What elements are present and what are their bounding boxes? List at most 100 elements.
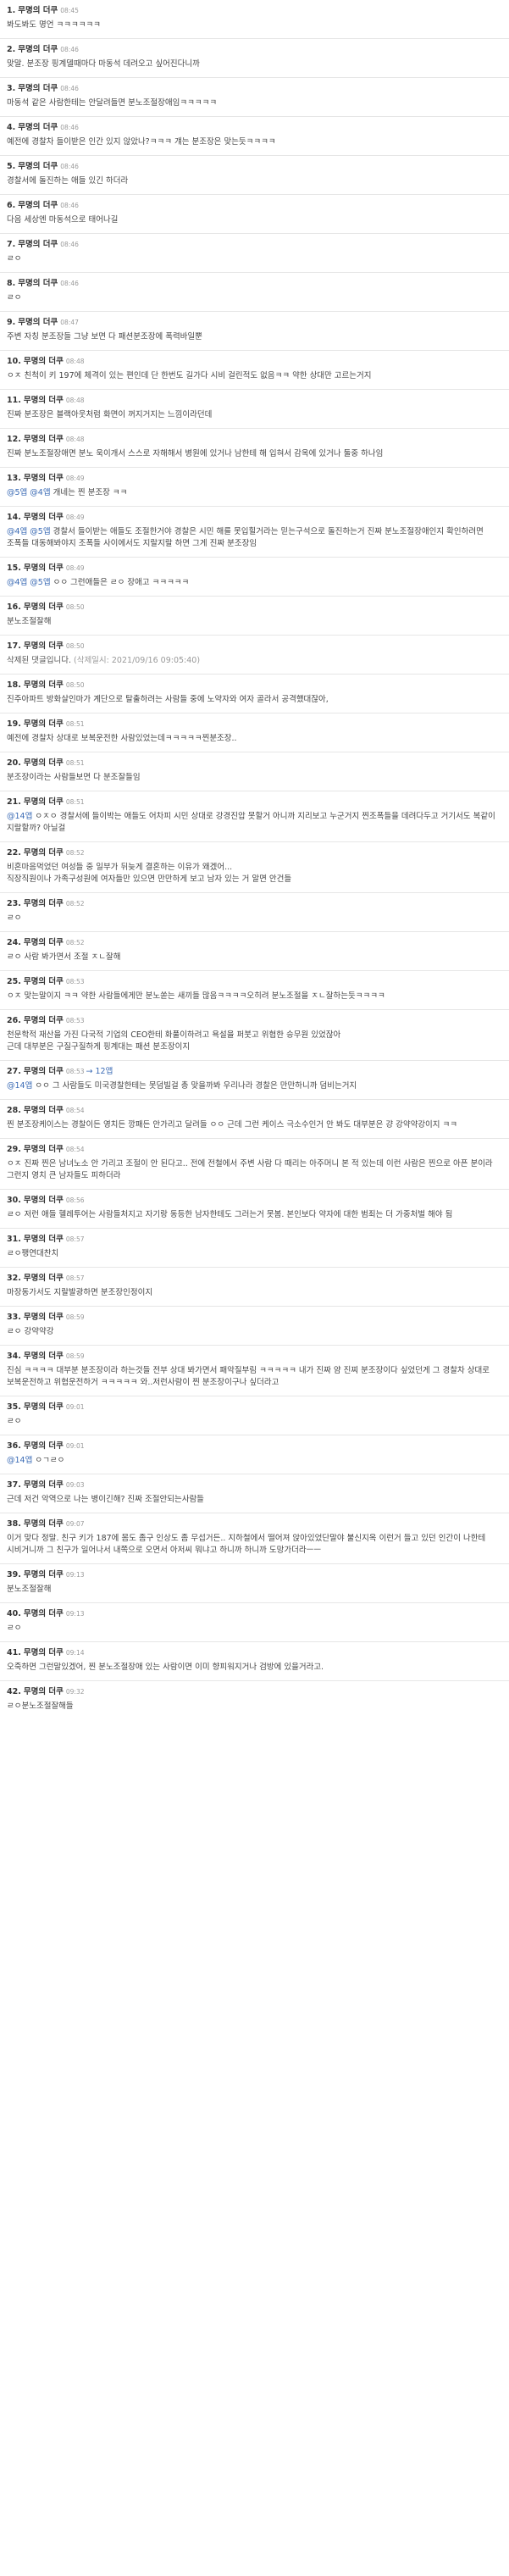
comment-number[interactable]: 1.	[7, 6, 15, 15]
comment-number[interactable]: 17.	[7, 641, 21, 651]
comment-author: 무명의 더쿠	[23, 435, 64, 444]
comment-text: 예전에 경찰차 상대로 보복운전한 사람있었는데ㅋㅋㅋㅋㅋ찐분조장..	[7, 734, 237, 743]
comment-item: 22. 무명의 더쿠 08:52 비혼마음먹었던 여성들 중 일부가 뒤늦게 결혼하…	[0, 841, 509, 892]
comment-number[interactable]: 37.	[7, 1480, 21, 1490]
comment-number[interactable]: 26.	[7, 1016, 21, 1025]
comment-number[interactable]: 42.	[7, 1687, 21, 1696]
comment-mention-link[interactable]: @4앱 @5앱	[7, 527, 51, 536]
comment-number[interactable]: 13.	[7, 474, 21, 483]
comment-mention-link[interactable]: @5앱 @4앱	[7, 488, 51, 497]
comment-number[interactable]: 14.	[7, 513, 21, 522]
comment-number[interactable]: 33.	[7, 1313, 21, 1322]
comment-item: 2. 무명의 더쿠 08:46 맞말. 분조장 핑계델때마다 마동석 데려오고 싶어…	[0, 38, 509, 77]
comment-number[interactable]: 11.	[7, 396, 21, 405]
comment-time: 08:46	[60, 280, 79, 287]
comment-time: 08:51	[65, 798, 85, 806]
comment-number[interactable]: 4.	[7, 123, 15, 132]
comment-mention-link[interactable]: @14앱	[7, 1456, 32, 1465]
comment-number[interactable]: 3.	[7, 84, 15, 93]
comment-body: 오죽하면 그런말있겠어, 찐 분노조절장애 있는 사람이면 이미 향피워지거나 …	[7, 1662, 502, 1674]
comment-header: 32. 무명의 더쿠 08:57	[7, 1273, 502, 1285]
comment-number[interactable]: 16.	[7, 602, 21, 612]
comment-number[interactable]: 30.	[7, 1196, 21, 1205]
comment-number[interactable]: 34.	[7, 1352, 21, 1361]
comment-author: 무명의 더쿠	[23, 719, 64, 729]
comment-number[interactable]: 36.	[7, 1441, 21, 1451]
comment-list: 1. 무명의 더쿠 08:45 봐도봐도 명언 ㅋㅋㅋㅋㅋㅋ 2. 무명의 더쿠 08:…	[0, 0, 509, 1719]
comment-author: 무명의 더쿠	[23, 1519, 64, 1529]
comment-number[interactable]: 23.	[7, 899, 21, 908]
comment-time: 08:49	[65, 475, 85, 482]
comment-number[interactable]: 6.	[7, 201, 15, 210]
comment-body: 마동석 같은 사람한테는 안달려들면 분노조절장애임ㅋㅋㅋㅋㅋ	[7, 97, 502, 109]
comment-body: ㄹㅇ 저런 애들 헬레투어는 사람들처지고 자기랑 동등한 남자한테도 그러는거…	[7, 1209, 502, 1221]
comment-number[interactable]: 38.	[7, 1519, 21, 1529]
comment-body: ㅇㅈ 진짜 찐은 남녀노소 안 가리고 조절이 안 된다고.. 전에 전철에서 …	[7, 1158, 502, 1182]
comment-mention-link[interactable]: @4앱 @5앱	[7, 578, 51, 587]
comment-body: 진심 ㅋㅋㅋㅋ 대부분 분조장이라 하는것들 전부 상대 봐가면서 패악질부림 …	[7, 1365, 502, 1389]
comment-item: 15. 무명의 더쿠 08:49 @4앱 @5앱 ㅇㅇ 그런애들은 ㄹㅇ 장애고 ㅋ…	[0, 557, 509, 596]
comment-body: ㅇㅈ 친척이 키 197에 체격이 있는 편인데 단 한번도 길가다 시비 걸린…	[7, 370, 502, 382]
comment-item: 19. 무명의 더쿠 08:51 예전에 경찰차 상대로 보복운전한 사람있었는데ㅋ…	[0, 713, 509, 752]
comment-number[interactable]: 2.	[7, 45, 15, 54]
comment-header: 26. 무명의 더쿠 08:53	[7, 1015, 502, 1027]
comment-number[interactable]: 27.	[7, 1067, 21, 1076]
comment-author: 무명의 더쿠	[18, 162, 58, 171]
comment-number[interactable]: 25.	[7, 977, 21, 986]
comment-number[interactable]: 18.	[7, 680, 21, 690]
comment-author: 무명의 더쿠	[23, 1067, 64, 1076]
comment-number[interactable]: 21.	[7, 797, 21, 807]
comment-text: 진짜 분노조절장애면 분노 욱이개서 스스로 자해해서 병원에 있거나 남한테 …	[7, 449, 384, 458]
comment-header: 1. 무명의 더쿠 08:45	[7, 5, 502, 17]
comment-number[interactable]: 35.	[7, 1402, 21, 1412]
comment-header: 18. 무명의 더쿠 08:50	[7, 680, 502, 691]
comment-item: 41. 무명의 더쿠 09:14 오죽하면 그런말있겠어, 찐 분노조절장애 있는 …	[0, 1641, 509, 1680]
comment-item: 8. 무명의 더쿠 08:46 ㄹㅇ	[0, 272, 509, 311]
comment-author: 무명의 더쿠	[23, 1235, 64, 1244]
comment-number[interactable]: 29.	[7, 1145, 21, 1154]
comment-number[interactable]: 9.	[7, 318, 15, 327]
comment-number[interactable]: 22.	[7, 848, 21, 858]
comment-number[interactable]: 31.	[7, 1235, 21, 1244]
comment-number[interactable]: 20.	[7, 758, 21, 768]
comment-time: 08:52	[65, 939, 85, 947]
comment-text: ㄹㅇ	[7, 254, 22, 264]
comment-number[interactable]: 40.	[7, 1609, 21, 1618]
comment-item: 11. 무명의 더쿠 08:48 진짜 분조장은 블랙아웃처럼 화면이 꺼지거지는 …	[0, 389, 509, 428]
comment-number[interactable]: 12.	[7, 435, 21, 444]
comment-body: ㄹㅇ팽연대찬치	[7, 1248, 502, 1260]
comment-header: 2. 무명의 더쿠 08:46	[7, 44, 502, 56]
comment-text: ㄹㅇ 저런 애들 헬레투어는 사람들처지고 자기랑 동등한 남자한테도 그러는거…	[7, 1210, 453, 1219]
comment-header: 21. 무명의 더쿠 08:51	[7, 797, 502, 808]
comment-text: ㄹㅇ	[7, 293, 22, 303]
comment-number[interactable]: 7.	[7, 240, 15, 249]
comment-item: 35. 무명의 더쿠 09:01 ㄹㅇ	[0, 1396, 509, 1435]
comment-time: 09:32	[65, 1688, 85, 1696]
comment-text: 비혼마음먹었던 여성들 중 일부가 뒤늦게 결혼하는 이유가 왜겠어... 직장…	[7, 863, 292, 884]
comment-author: 무명의 더쿠	[23, 513, 64, 522]
comment-item: 37. 무명의 더쿠 09:03 근데 저건 악역으로 나는 병이긴해? 진짜 조절…	[0, 1474, 509, 1513]
comment-number[interactable]: 19.	[7, 719, 21, 729]
comment-number[interactable]: 39.	[7, 1570, 21, 1579]
comment-body: @5앱 @4앱 개네는 찐 분조장 ㅋㅋ	[7, 487, 502, 499]
comment-header: 31. 무명의 더쿠 08:57	[7, 1234, 502, 1246]
comment-header: 33. 무명의 더쿠 08:59	[7, 1312, 502, 1324]
comment-text: ㅇㅈ 친척이 키 197에 체격이 있는 편인데 단 한번도 길가다 시비 걸린…	[7, 371, 372, 380]
comment-author: 무명의 더쿠	[23, 1106, 64, 1115]
comment-mention-link[interactable]: @14앱	[7, 1081, 32, 1091]
comment-number[interactable]: 41.	[7, 1648, 21, 1657]
comment-number[interactable]: 28.	[7, 1106, 21, 1115]
comment-number[interactable]: 10.	[7, 357, 21, 366]
comment-number[interactable]: 24.	[7, 938, 21, 947]
comment-number[interactable]: 5.	[7, 162, 15, 171]
comment-number[interactable]: 15.	[7, 564, 21, 573]
comment-header: 4. 무명의 더쿠 08:46	[7, 122, 502, 134]
comment-number[interactable]: 8.	[7, 279, 15, 288]
comment-body: 진짜 분조장은 블랙아웃처럼 화면이 꺼지거지는 느낌이라던데	[7, 409, 502, 421]
comment-body: ㅇㅈ 맞는말이지 ㅋㅋ 약한 사람들에게만 분노쏟는 새끼들 많음ㅋㅋㅋㅋ오히려…	[7, 991, 502, 1002]
comment-text: ㄹㅇ팽연대찬치	[7, 1249, 59, 1258]
comment-reply-link[interactable]: → 12앱	[86, 1067, 113, 1076]
comment-number[interactable]: 32.	[7, 1274, 21, 1283]
comment-item: 23. 무명의 더쿠 08:52 ㄹㅇ	[0, 892, 509, 931]
comment-mention-link[interactable]: @14앱	[7, 812, 32, 821]
